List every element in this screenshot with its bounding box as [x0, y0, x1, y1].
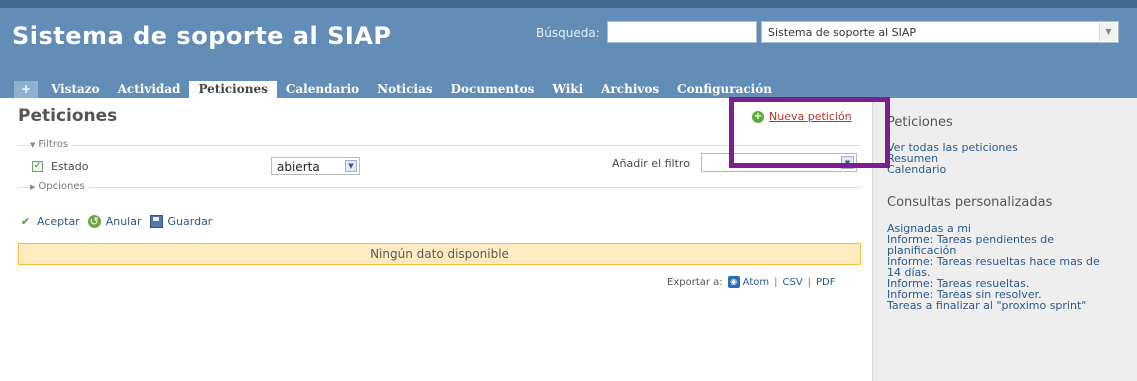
tab-overview[interactable]: Vistazo	[42, 81, 109, 98]
sidebar-query-link[interactable]: Tareas a finalizar al "proximo sprint"	[887, 300, 1086, 311]
tab-activity[interactable]: Actividad	[109, 81, 190, 98]
no-data-message: Ningún dato disponible	[18, 243, 861, 265]
page-title: Peticiones	[18, 106, 118, 126]
options-legend-label: Opciones	[38, 181, 85, 192]
triangle-down-icon: ▼	[30, 141, 36, 149]
main-menu: + Vistazo Actividad Peticiones Calendari…	[14, 81, 781, 98]
options-legend[interactable]: ▶ Opciones	[30, 181, 89, 192]
filter-estado-operator-select[interactable]: abierta ▼	[271, 157, 360, 175]
apply-button[interactable]: ✔ Aceptar	[19, 215, 80, 228]
filters-legend-label: Filtros	[38, 139, 69, 150]
filter-estado-operator-value: abierta	[277, 160, 320, 174]
separator: |	[774, 276, 778, 288]
search-input[interactable]	[607, 21, 757, 43]
tab-calendar[interactable]: Calendario	[277, 81, 368, 98]
export-pdf-link[interactable]: PDF	[816, 277, 835, 288]
project-jump-select-value: Sistema de soporte al SIAP	[768, 26, 917, 39]
project-title[interactable]: Sistema de soporte al SIAP	[12, 22, 391, 50]
undo-icon: ↺	[87, 215, 101, 228]
filter-estado-checkbox[interactable]: ✓	[32, 161, 43, 172]
tab-issues[interactable]: Peticiones	[189, 81, 277, 98]
filter-estado-label: Estado	[51, 160, 89, 173]
separator: |	[807, 276, 812, 288]
save-button-label: Guardar	[167, 215, 213, 228]
filters-legend[interactable]: ▼ Filtros	[30, 139, 73, 150]
sidebar-link-calendar[interactable]: Calendario	[887, 164, 946, 175]
project-jump-select[interactable]: Sistema de soporte al SIAP ▼	[761, 21, 1119, 43]
highlight-box	[729, 97, 890, 168]
tab-documents[interactable]: Documentos	[442, 81, 544, 98]
clear-button[interactable]: ↺ Anular	[87, 215, 142, 228]
sidebar-issues-heading: Peticiones	[887, 115, 953, 130]
checkmark-icon: ✔	[20, 215, 31, 228]
tab-files[interactable]: Archivos	[592, 81, 668, 98]
tab-wiki[interactable]: Wiki	[543, 81, 592, 98]
export-links: Exportar a: ◉ Atom | CSV | PDF	[667, 276, 836, 288]
tab-settings[interactable]: Configuración	[668, 81, 781, 98]
tab-new-object[interactable]: +	[14, 81, 39, 98]
export-label: Exportar a:	[667, 276, 723, 288]
export-atom-link[interactable]: Atom	[743, 277, 769, 288]
export-csv-link[interactable]: CSV	[782, 277, 802, 288]
add-filter-label: Añadir el filtro	[612, 157, 690, 170]
chevron-down-icon: ▼	[345, 160, 357, 172]
triangle-right-icon: ▶	[30, 183, 36, 191]
tab-news[interactable]: Noticias	[368, 81, 441, 98]
options-fieldset-border	[18, 187, 861, 188]
query-actions: ✔ Aceptar ↺ Anular Guardar	[19, 215, 220, 228]
sidebar-queries-heading: Consultas personalizadas	[887, 195, 1053, 210]
sidebar: Peticiones Ver todas las peticiones Resu…	[872, 98, 1137, 381]
save-disk-icon	[149, 215, 163, 228]
top-menu-strip	[0, 0, 1137, 8]
apply-button-label: Aceptar	[37, 215, 80, 228]
save-button[interactable]: Guardar	[149, 215, 213, 228]
chevron-down-icon: ▼	[1099, 23, 1117, 41]
rss-feed-icon: ◉	[727, 276, 740, 288]
search-label: Búsqueda:	[536, 26, 600, 40]
clear-button-label: Anular	[105, 215, 142, 228]
